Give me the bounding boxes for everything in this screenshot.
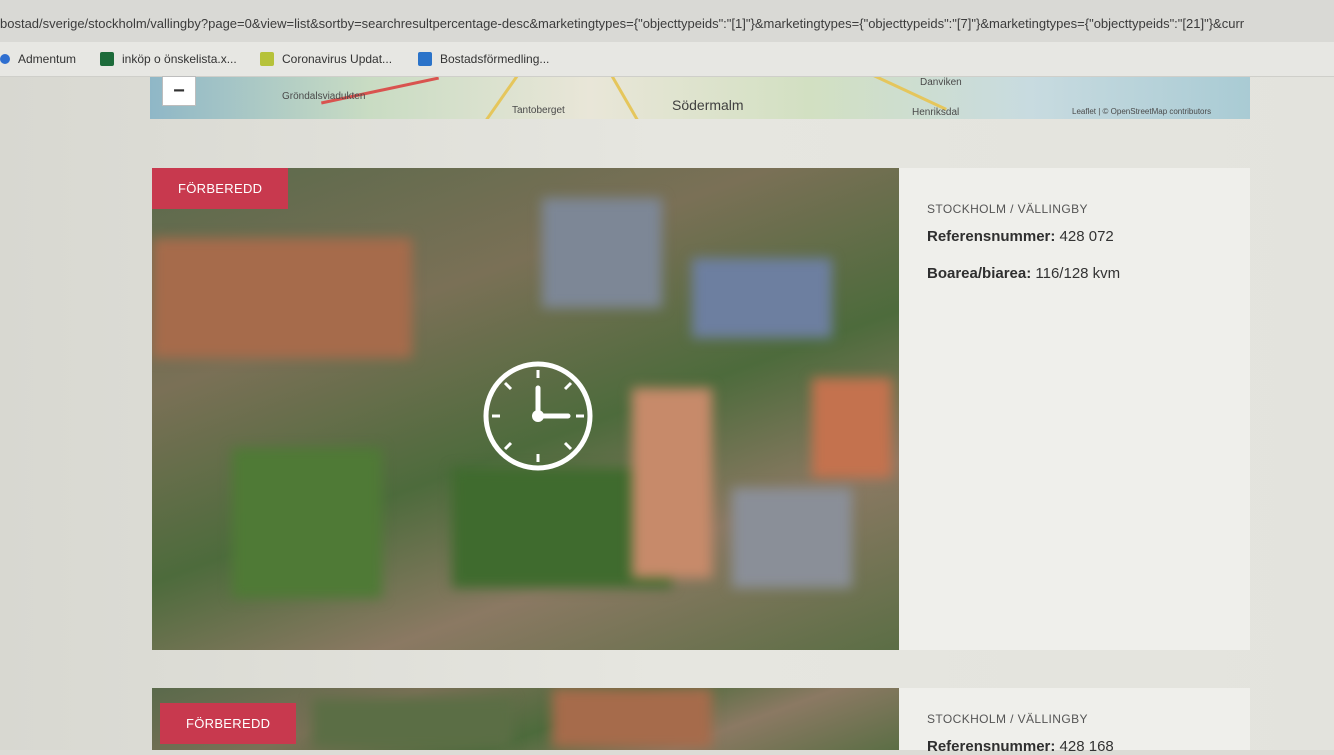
map-road xyxy=(606,77,644,119)
bookmark-label: inköp o önskelista.x... xyxy=(122,52,237,66)
bookmark-inkop[interactable]: inköp o önskelista.x... xyxy=(100,52,237,66)
reference-number: Referensnummer: 428 072 xyxy=(927,228,1227,245)
worldometer-icon xyxy=(260,52,274,66)
map-label: Gröndalsviadukten xyxy=(282,91,366,102)
living-area: Boarea/biarea: 116/128 kvm xyxy=(927,265,1227,282)
tree-cluster xyxy=(312,698,512,748)
listing-location: STOCKHOLM / VÄLLINGBY xyxy=(927,712,1088,726)
bookmark-label: Bostadsförmedling... xyxy=(440,52,550,66)
zoom-out-button[interactable]: − xyxy=(162,76,196,106)
map-attribution[interactable]: Leaflet | © OpenStreetMap contributors xyxy=(1072,107,1211,116)
roof-cluster xyxy=(632,388,712,578)
map-label: Tantoberget xyxy=(512,105,565,116)
building-shape xyxy=(732,488,852,588)
bookmark-bostad[interactable]: Bostadsförmedling... xyxy=(418,52,549,66)
address-bar[interactable]: bostad/sverige/stockholm/vallingby?page=… xyxy=(0,0,1334,43)
map-label: Danviken xyxy=(920,77,962,88)
reference-value: 428 168 xyxy=(1059,738,1114,755)
status-badge: FÖRBEREDD xyxy=(152,168,289,209)
building-shape xyxy=(692,258,832,338)
roof-cluster xyxy=(152,238,412,358)
bookmarks-bar: Admentum inköp o önskelista.x... Coronav… xyxy=(0,42,1334,77)
roof-cluster xyxy=(812,378,892,478)
map-label: Södermalm xyxy=(672,97,744,113)
map[interactable]: Gröndalsviadukten Tantoberget Södermalm … xyxy=(150,77,1250,119)
excel-icon xyxy=(100,52,114,66)
status-badge: FÖRBEREDD xyxy=(160,703,297,744)
bookmark-label: Coronavirus Updat... xyxy=(282,52,393,66)
bookmark-label: Admentum xyxy=(18,52,77,66)
listing-location: STOCKHOLM / VÄLLINGBY xyxy=(927,202,1088,216)
bookmark-coronavirus[interactable]: Coronavirus Updat... xyxy=(260,52,392,66)
listing-info: STOCKHOLM / VÄLLINGBY Referensnummer: 42… xyxy=(927,712,1227,755)
area-value: 116/128 kvm xyxy=(1035,265,1121,282)
tree-cluster xyxy=(232,448,382,598)
bookmark-admentum[interactable]: Admentum xyxy=(0,52,76,66)
reference-number: Referensnummer: 428 168 xyxy=(927,738,1227,755)
listing-image[interactable]: FÖRBEREDD xyxy=(152,688,899,750)
building-shape xyxy=(542,198,662,308)
map-label: Henriksdal xyxy=(912,107,960,118)
reference-label: Referensnummer: xyxy=(927,738,1056,755)
reference-label: Referensnummer: xyxy=(927,228,1056,245)
reference-value: 428 072 xyxy=(1059,228,1114,245)
clock-icon xyxy=(483,361,593,471)
listing-card[interactable]: FÖRBEREDD STOCKHOLM / VÄLLINGBY Referens… xyxy=(152,688,1250,755)
listing-card[interactable]: FÖRBEREDD STOCKHOLM / VÄLLINGBY Referens… xyxy=(152,168,1250,650)
roof-cluster xyxy=(552,688,712,748)
admentum-icon xyxy=(0,54,10,64)
listing-info: STOCKHOLM / VÄLLINGBY Referensnummer: 42… xyxy=(927,202,1227,282)
area-label: Boarea/biarea: xyxy=(927,265,1032,282)
url-text[interactable]: bostad/sverige/stockholm/vallingby?page=… xyxy=(0,16,1244,31)
listing-image[interactable]: FÖRBEREDD xyxy=(152,168,899,650)
bostad-icon xyxy=(418,52,432,66)
